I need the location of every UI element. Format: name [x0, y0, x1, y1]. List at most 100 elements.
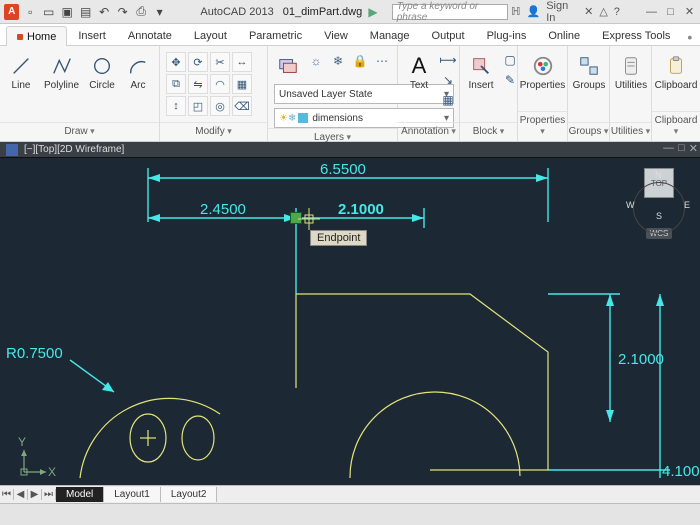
- trim-icon[interactable]: ✂: [210, 52, 230, 72]
- erase-icon[interactable]: ⌫: [232, 96, 252, 116]
- viewport-control-icon[interactable]: [6, 144, 18, 156]
- signin-icon[interactable]: 👤: [527, 5, 541, 18]
- help-search-input[interactable]: Type a keyword or phrase: [392, 4, 508, 20]
- window-minimize-icon[interactable]: —: [645, 6, 658, 18]
- arc-button[interactable]: Arc: [123, 52, 153, 93]
- groups-panel-footer[interactable]: Groups: [568, 122, 609, 141]
- insert-block-button[interactable]: Insert: [466, 52, 496, 93]
- utilities-panel-footer[interactable]: Utilities: [610, 122, 651, 141]
- line-button[interactable]: Line: [6, 52, 36, 93]
- compass-s[interactable]: S: [656, 211, 662, 221]
- search-submit-icon[interactable]: ℍ: [511, 5, 520, 18]
- array-icon[interactable]: ▦: [232, 74, 252, 94]
- window-close-icon[interactable]: ✕: [683, 5, 696, 18]
- layer-more-icon[interactable]: ⋯: [373, 52, 391, 70]
- doc-close-icon[interactable]: ✕: [689, 142, 698, 155]
- drawing-canvas[interactable]: 6.5500 2.4500 2.1000 2.1000 4.1000 R0.75…: [0, 158, 700, 488]
- qat-save-icon[interactable]: ▣: [59, 4, 74, 20]
- viewcube-compass[interactable]: [633, 182, 685, 234]
- tab-expresstools[interactable]: Express Tools: [591, 25, 681, 45]
- edit-block-icon[interactable]: ✎: [502, 72, 518, 88]
- window-restore-icon[interactable]: □: [664, 6, 677, 18]
- doc-restore-icon[interactable]: □: [678, 142, 685, 155]
- layer-lock-icon[interactable]: 🔒: [351, 52, 369, 70]
- doc-menu-icon[interactable]: ▶: [365, 4, 380, 20]
- circle-button[interactable]: Circle: [87, 52, 117, 93]
- qat-new-icon[interactable]: ▫: [22, 4, 37, 20]
- layout-nav-last-icon[interactable]: ⏭: [42, 489, 56, 500]
- qat-open-icon[interactable]: ▭: [41, 4, 56, 20]
- layout-nav-prev-icon[interactable]: ◀: [14, 489, 28, 500]
- clipboard-icon: [664, 54, 688, 78]
- stretch-icon[interactable]: ↕: [166, 96, 186, 116]
- clipboard-panel-footer[interactable]: Clipboard: [652, 111, 700, 141]
- tab-layout1[interactable]: Layout1: [104, 487, 161, 502]
- scale-icon[interactable]: ◰: [188, 96, 208, 116]
- tab-layout[interactable]: Layout: [183, 25, 238, 45]
- groups-button[interactable]: Groups: [574, 52, 604, 93]
- copy-icon[interactable]: ⧉: [166, 74, 186, 94]
- tab-overflow-icon[interactable]: •: [681, 29, 698, 45]
- exchange-icon[interactable]: ✕: [584, 5, 593, 18]
- modify-panel-footer[interactable]: Modify: [160, 122, 267, 141]
- qat-dropdown-icon[interactable]: ▾: [152, 4, 167, 20]
- extend-icon[interactable]: ↔: [232, 52, 252, 72]
- text-button[interactable]: AText: [404, 52, 434, 93]
- qat-redo-icon[interactable]: ↷: [115, 4, 130, 20]
- compass-w[interactable]: W: [626, 200, 635, 210]
- tab-output[interactable]: Output: [421, 25, 476, 45]
- properties-panel-footer[interactable]: Properties: [518, 111, 567, 141]
- dimension-icon[interactable]: ⟼: [440, 52, 456, 68]
- layout-nav-next-icon[interactable]: ▶: [28, 489, 42, 500]
- create-block-icon[interactable]: ▢: [502, 52, 518, 68]
- block-panel-footer[interactable]: Block: [460, 122, 517, 141]
- viewcube[interactable]: N E W S TOP WCS: [632, 168, 686, 239]
- move-icon[interactable]: ✥: [166, 52, 186, 72]
- layer-freeze-icon[interactable]: ❄: [329, 52, 347, 70]
- drawing-area[interactable]: [−][Top][2D Wireframe] — □ ✕ 6.5500 2.45…: [0, 142, 700, 485]
- tab-parametric[interactable]: Parametric: [238, 25, 313, 45]
- viewport-label[interactable]: [−][Top][2D Wireframe]: [24, 144, 124, 155]
- title-bar: A ▫ ▭ ▣ ▤ ↶ ↷ ⎙ ▾ AutoCAD 2013 01_dimPar…: [0, 0, 700, 24]
- table-icon[interactable]: ▦: [440, 92, 456, 108]
- app-logo[interactable]: A: [4, 4, 19, 20]
- leader-icon[interactable]: ↘: [440, 72, 456, 88]
- polyline-icon: [50, 54, 74, 78]
- ucs-y-label: Y: [18, 435, 26, 449]
- qat-saveas-icon[interactable]: ▤: [78, 4, 93, 20]
- tab-plugins[interactable]: Plug-ins: [476, 25, 538, 45]
- qat-undo-icon[interactable]: ↶: [96, 4, 111, 20]
- tab-annotate[interactable]: Annotate: [117, 25, 183, 45]
- arc-icon: [126, 54, 150, 78]
- layer-off-icon[interactable]: ☼: [307, 52, 325, 70]
- utilities-button[interactable]: Utilities: [616, 52, 646, 93]
- tab-online[interactable]: Online: [537, 25, 591, 45]
- help-icon[interactable]: ?: [614, 6, 620, 18]
- compass-n[interactable]: N: [655, 170, 662, 180]
- mirror-icon[interactable]: ⇋: [188, 74, 208, 94]
- doc-minimize-icon[interactable]: —: [663, 142, 674, 155]
- draw-panel-footer[interactable]: Draw: [0, 122, 159, 141]
- fillet-icon[interactable]: ◠: [210, 74, 230, 94]
- tab-model[interactable]: Model: [56, 487, 104, 502]
- layer-properties-icon[interactable]: [274, 52, 301, 80]
- tab-view[interactable]: View: [313, 25, 359, 45]
- tab-layout2[interactable]: Layout2: [161, 487, 218, 502]
- part-circle-2: [182, 416, 214, 460]
- compass-e[interactable]: E: [684, 200, 690, 210]
- clipboard-button[interactable]: Clipboard: [658, 52, 694, 93]
- a360-icon[interactable]: △: [599, 5, 607, 18]
- tab-insert[interactable]: Insert: [67, 25, 117, 45]
- utilities-icon: [619, 54, 643, 78]
- qat-print-icon[interactable]: ⎙: [133, 4, 148, 20]
- signin-link[interactable]: Sign In: [546, 0, 578, 24]
- annotation-panel-footer[interactable]: Annotation: [398, 122, 459, 141]
- rotate-icon[interactable]: ⟳: [188, 52, 208, 72]
- tab-home[interactable]: Home: [6, 26, 67, 46]
- tab-manage[interactable]: Manage: [359, 25, 421, 45]
- offset-icon[interactable]: ◎: [210, 96, 230, 116]
- polyline-button[interactable]: Polyline: [42, 52, 81, 93]
- properties-button[interactable]: Properties: [524, 52, 561, 93]
- circle-icon: [90, 54, 114, 78]
- layout-nav-first-icon[interactable]: ⏮: [0, 489, 14, 500]
